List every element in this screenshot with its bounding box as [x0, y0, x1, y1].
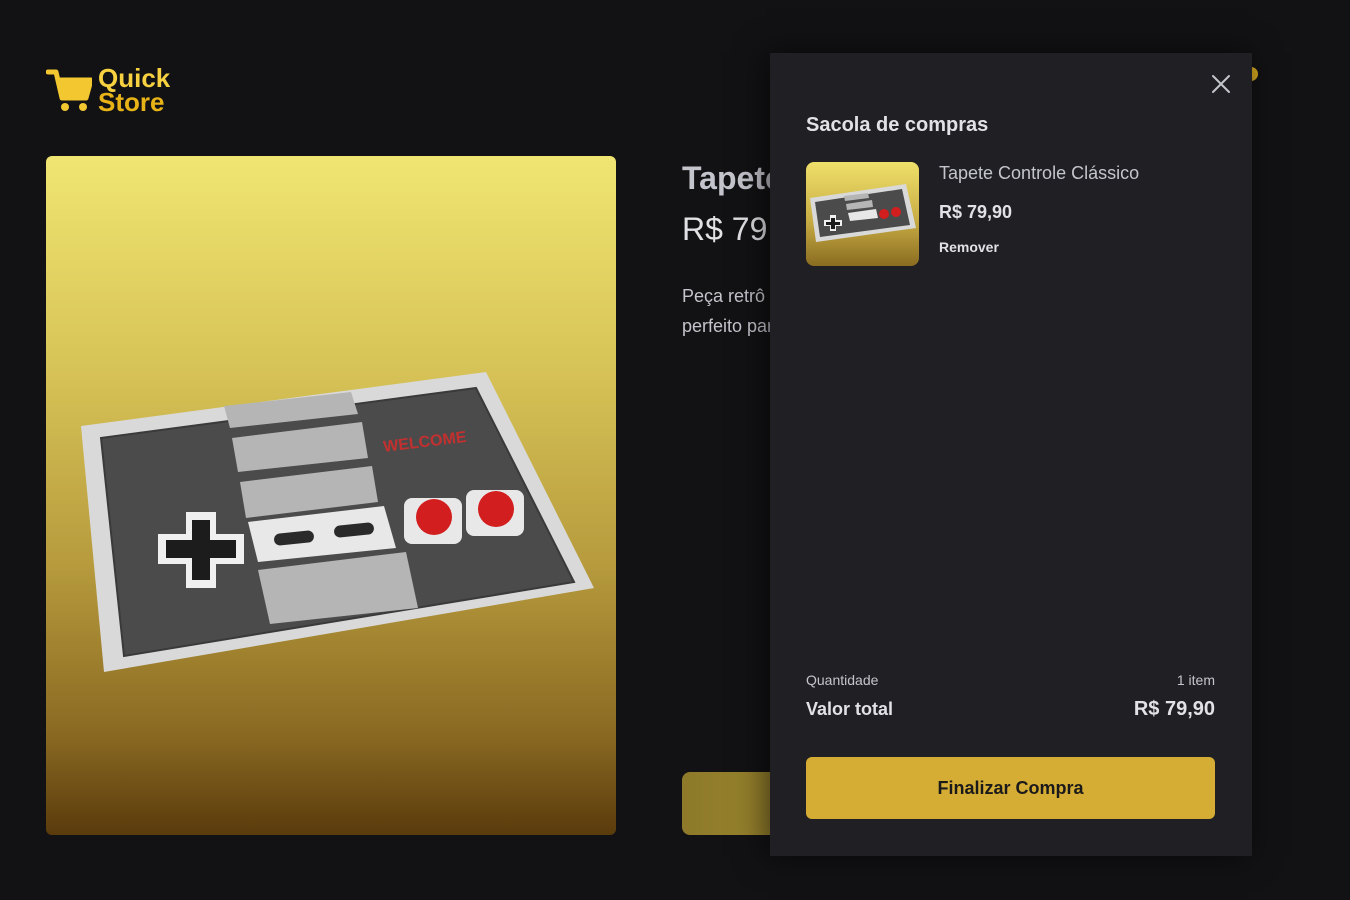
logo-line-2: Store [98, 87, 165, 117]
total-row: Valor total R$ 79,90 [806, 698, 1215, 721]
cart-item-image [806, 162, 919, 266]
cart-item: Tapete Controle Clássico R$ 79,90 Remove… [806, 162, 1139, 266]
doormat-illustration: WELCOME [81, 372, 594, 672]
checkout-button[interactable]: Finalizar Compra [806, 757, 1215, 819]
total-value: R$ 79,90 [1133, 698, 1215, 720]
remove-item-button[interactable]: Remover [939, 239, 1139, 255]
cart-title: Sacola de compras [806, 114, 989, 136]
quantity-value: 1 item [1176, 672, 1215, 688]
close-icon [1212, 75, 1230, 93]
cart-item-price: R$ 79,90 [939, 202, 1013, 222]
cart-item-name: Tapete Controle Clássico [939, 163, 1140, 183]
logo[interactable]: Quick Store [46, 65, 170, 117]
total-label: Valor total [806, 699, 894, 719]
cart-icon [46, 69, 92, 111]
cart-panel: Sacola de compras Tapete Controle Clássi… [770, 53, 1252, 856]
cart-item-info: Tapete Controle Clássico R$ 79,90 Remove… [939, 162, 1139, 266]
cart-summary: Quantidade 1 item Valor total R$ 79,90 [806, 672, 1215, 721]
product-image: WELCOME [46, 156, 616, 835]
close-button[interactable] [1208, 71, 1234, 97]
logo-text: Quick Store [98, 65, 170, 117]
quantity-label: Quantidade [806, 672, 879, 688]
quantity-row: Quantidade 1 item [806, 672, 1215, 688]
